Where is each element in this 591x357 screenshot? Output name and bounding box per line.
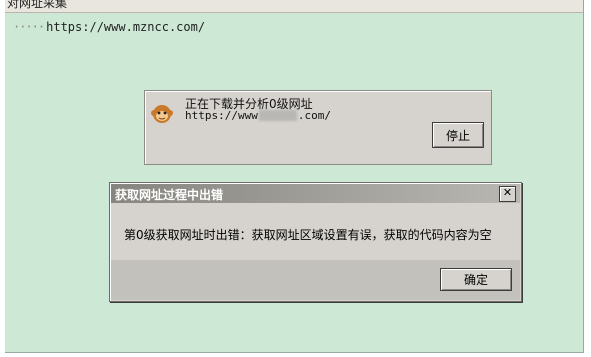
progress-url: https://www .com/ <box>185 109 331 122</box>
tree-connector: ····· <box>13 20 45 34</box>
download-progress-dialog: 正在下载并分析0级网址 https://www .com/ 停止 <box>144 90 492 165</box>
error-dialog: 获取网址过程中出错 ✕ 第0级获取网址时出错：获取网址区域设置有误，获取的代码内… <box>109 182 522 302</box>
url-tree-label: https://www.mzncc.com/ <box>46 20 206 34</box>
error-message: 第0级获取网址时出错：获取网址区域设置有误，获取的代码内容为空 <box>124 228 492 242</box>
error-dialog-titlebar: 获取网址过程中出错 ✕ <box>111 184 520 203</box>
ok-button[interactable]: 确定 <box>440 268 512 291</box>
progress-url-prefix: https://www <box>185 109 258 122</box>
error-dialog-title: 获取网址过程中出错 <box>115 188 224 202</box>
window-title: 对网址采集 <box>5 0 583 13</box>
monkey-icon <box>151 105 173 123</box>
progress-url-suffix: .com/ <box>297 109 331 122</box>
stop-button[interactable]: 停止 <box>432 122 484 148</box>
url-tree-item[interactable]: ····· https://www.mzncc.com/ <box>13 20 205 34</box>
close-button[interactable]: ✕ <box>499 186 516 202</box>
redacted-domain <box>258 110 297 121</box>
